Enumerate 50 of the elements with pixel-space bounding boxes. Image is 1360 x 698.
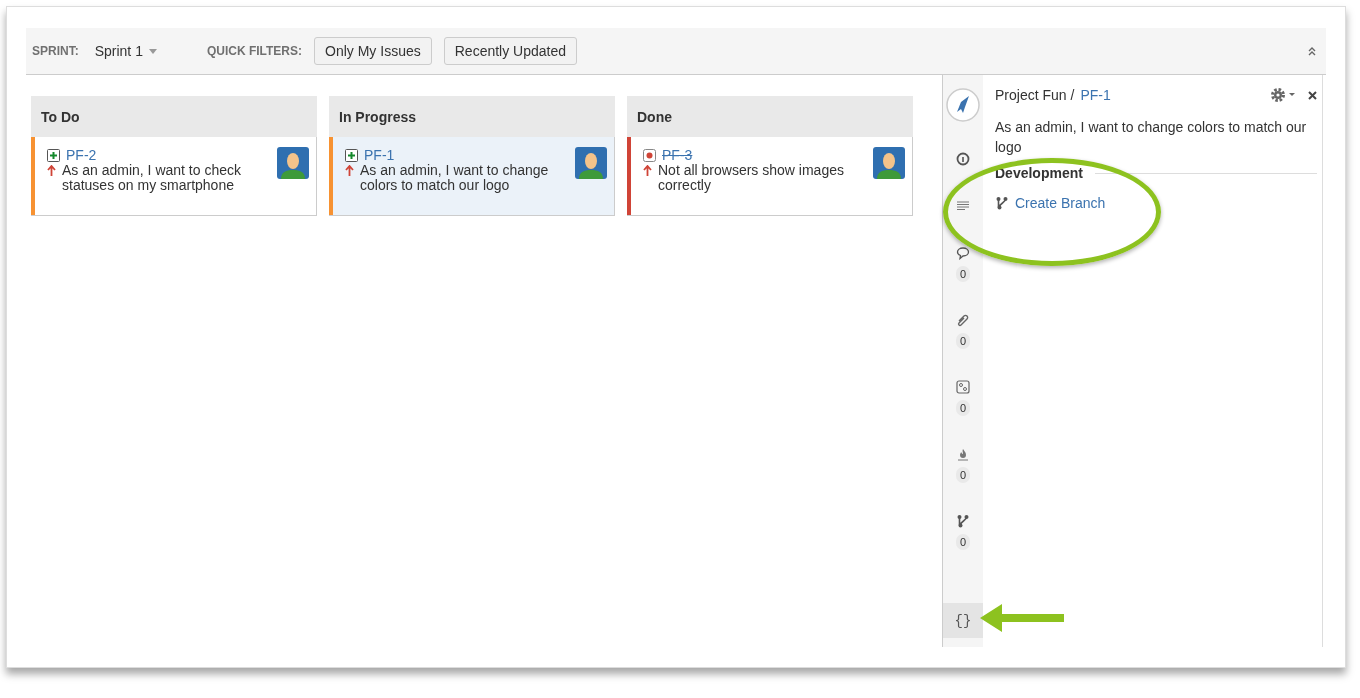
caret-icon xyxy=(148,48,157,54)
column-header: To Do xyxy=(31,96,317,137)
avatar xyxy=(873,147,905,179)
sprint-dropdown[interactable]: Sprint 1 xyxy=(94,43,157,59)
issue-card[interactable]: PF-1 As an admin, I want to change colors to match our logo xyxy=(329,137,615,216)
avatar xyxy=(575,147,607,179)
project-name[interactable]: Project Fun / xyxy=(995,87,1075,103)
issue-key[interactable]: PF-1 xyxy=(364,147,395,163)
issue-key[interactable]: PF-2 xyxy=(66,147,97,163)
plus-icon xyxy=(345,148,358,162)
issue-key[interactable]: PF-3 xyxy=(662,147,693,163)
subtasks-icon[interactable] xyxy=(956,380,970,394)
filter-button[interactable]: Recently Updated xyxy=(443,37,578,65)
project-avatar-icon xyxy=(946,88,980,122)
issue-summary: As an admin, I want to check statuses on my smartphone xyxy=(62,163,242,193)
quick-filters-label: QUICK FILTERS: xyxy=(206,44,303,58)
code-button[interactable]: {} xyxy=(943,603,983,638)
count-badge: 0 xyxy=(955,266,971,282)
priority-up-icon xyxy=(345,165,354,176)
branch-icon xyxy=(995,196,1009,210)
column-header: Done xyxy=(627,96,913,137)
issue-card[interactable]: PF-3 Not all browsers show images correctly xyxy=(627,137,913,216)
avatar xyxy=(277,147,309,179)
settings-icon[interactable] xyxy=(1270,87,1296,103)
sprint-label: SPRINT: xyxy=(32,44,79,58)
column-header: In Progress xyxy=(329,96,615,137)
bug-icon xyxy=(643,148,656,162)
issue-card[interactable]: PF-2 As an admin, I want to check statuses on my smartphone xyxy=(31,137,317,216)
create-branch-link[interactable]: Create Branch xyxy=(1015,195,1106,211)
issue-key-link[interactable]: PF-1 xyxy=(1080,87,1111,103)
count-badge: 0 xyxy=(955,400,971,416)
issue-summary: As an admin, I want to change colors to match our logo xyxy=(995,118,1308,157)
count-badge: 0 xyxy=(955,467,971,483)
description-icon[interactable] xyxy=(956,199,970,213)
filter-button[interactable]: Only My Issues xyxy=(314,37,432,65)
close-icon[interactable] xyxy=(1308,90,1317,100)
priority-up-icon xyxy=(47,165,56,176)
priority-up-icon xyxy=(643,165,652,176)
branch-icon[interactable] xyxy=(956,514,970,528)
comment-icon[interactable] xyxy=(956,246,970,260)
info-icon[interactable] xyxy=(956,152,970,166)
collapse-icon[interactable] xyxy=(1308,46,1316,56)
count-badge: 0 xyxy=(955,534,971,550)
issue-summary: As an admin, I want to change colors to match our logo xyxy=(360,163,550,193)
issue-summary: Not all browsers show images correctly xyxy=(658,163,845,193)
count-badge: 0 xyxy=(955,333,971,349)
plus-icon xyxy=(47,148,60,162)
section-title: Development xyxy=(995,165,1083,181)
flame-icon[interactable] xyxy=(956,447,970,461)
paperclip-icon[interactable] xyxy=(956,313,970,327)
